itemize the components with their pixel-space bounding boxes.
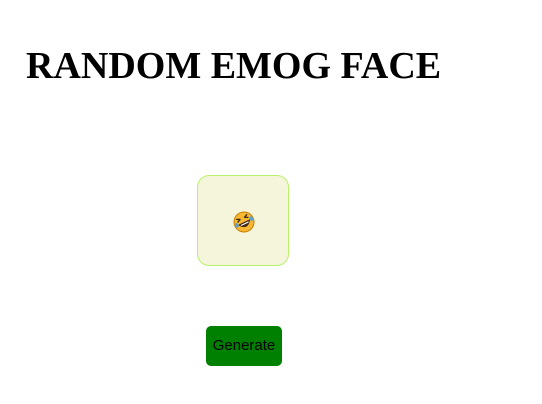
generate-button[interactable]: Generate xyxy=(206,326,282,366)
rolling-laughing-face-icon xyxy=(233,211,255,233)
emoji-display-card xyxy=(197,175,289,266)
page-title: RANDOM EMOG FACE xyxy=(26,45,442,87)
